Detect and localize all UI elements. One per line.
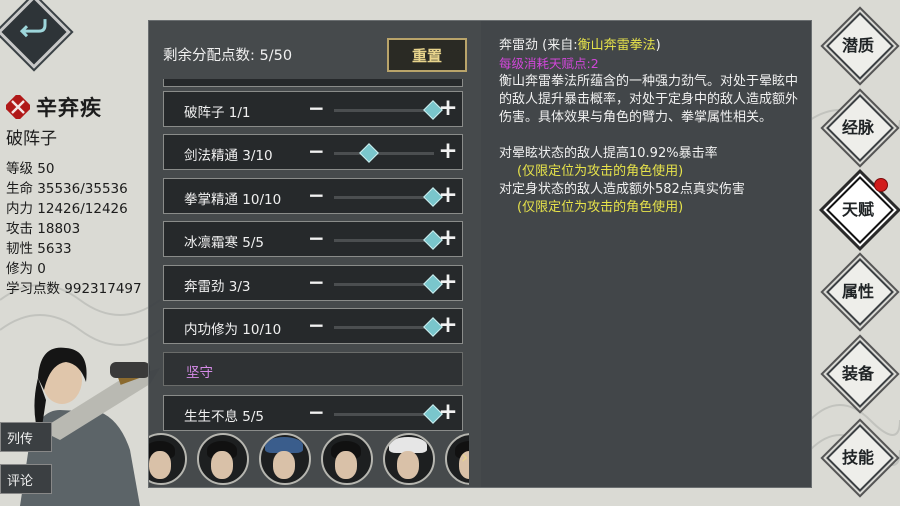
party-avatar-strip: › [149, 429, 469, 485]
party-avatar[interactable] [149, 433, 187, 485]
increase-button[interactable]: + [438, 140, 458, 164]
talent-panel: 剩余分配点数: 5/50 重置 破阵子 1/1 − + 剑法精通 3/10 − … [148, 20, 812, 488]
stat-cultivation: 修为 0 [6, 261, 46, 277]
nav-label: 技能 [841, 448, 874, 467]
level-track [334, 413, 434, 416]
decrease-button[interactable]: − [308, 185, 325, 206]
level-track [334, 326, 434, 329]
decrease-button[interactable]: − [308, 141, 325, 162]
talent-name: 冰凛霜寒 5/5 [184, 235, 265, 251]
stat-learning-points: 学习点数 992317497 [6, 281, 142, 297]
talent-row[interactable]: 破阵子 1/1 − + [163, 91, 463, 127]
nav-meridian[interactable]: 经脉 [826, 94, 894, 162]
description-title-prefix: 奔雷劲 (来自: [499, 38, 578, 53]
reset-button-label: 重置 [411, 46, 442, 65]
talent-row[interactable]: 奔雷劲 3/3 − + [163, 265, 463, 301]
decrease-button[interactable]: − [308, 402, 325, 423]
party-avatar[interactable] [197, 433, 249, 485]
talent-row[interactable]: 冰凛霜寒 5/5 − + [163, 221, 463, 257]
talent-row[interactable]: 内功修为 10/10 − + [163, 308, 463, 344]
talent-row[interactable]: 生生不息 5/5 − + [163, 395, 463, 431]
section-header-defense: 坚守 [163, 352, 463, 386]
increase-button[interactable]: + [438, 271, 458, 295]
talent-name: 内功修为 10/10 [184, 322, 282, 338]
description-cost: 每级消耗天赋点:2 [499, 56, 599, 71]
back-arrow-icon [19, 19, 47, 38]
level-track [334, 239, 434, 242]
stat-attack: 攻击 18803 [6, 221, 81, 237]
nav-label: 装备 [841, 364, 874, 383]
character-title: 破阵子 [6, 129, 57, 149]
nav-label: 属性 [841, 282, 874, 301]
talent-description: 奔雷劲 (来自:衡山奔雷拳法) 每级消耗天赋点:2 衡山奔雷拳法所蕴含的一种强力… [499, 37, 803, 217]
stat-toughness: 韧性 5633 [6, 241, 72, 257]
increase-button[interactable]: + [438, 401, 458, 425]
comments-tab[interactable]: 评论 [0, 464, 52, 494]
notification-dot [874, 178, 888, 192]
decrease-button[interactable]: − [308, 98, 325, 119]
level-track [334, 283, 434, 286]
decrease-button[interactable]: − [308, 315, 325, 336]
character-name: 辛弃疾 [36, 96, 102, 120]
nav-potential[interactable]: 潜质 [826, 12, 894, 80]
talent-row[interactable]: 剑法精通 3/10 − + [163, 134, 463, 170]
increase-button[interactable]: + [438, 314, 458, 338]
decrease-button[interactable]: − [308, 228, 325, 249]
stat-list: 等级 50 生命 35536/35536 内力 12426/12426 攻击 1… [6, 159, 142, 299]
comments-tab-label: 评论 [7, 473, 34, 489]
increase-button[interactable]: + [438, 97, 458, 121]
talent-name: 奔雷劲 3/3 [184, 279, 251, 295]
increase-button[interactable]: + [438, 227, 458, 251]
talent-list[interactable]: 破阵子 1/1 − + 剑法精通 3/10 − + 拳掌精通 10/10 − +… [163, 79, 463, 481]
effect-2-note: (仅限定位为攻击的角色使用) [517, 200, 684, 215]
party-avatar[interactable] [383, 433, 435, 485]
level-knob[interactable] [358, 143, 379, 163]
party-avatar[interactable] [259, 433, 311, 485]
reset-button[interactable]: 重置 [387, 38, 467, 72]
biography-tab[interactable]: 列传 [0, 422, 52, 452]
stat-hp: 生命 35536/35536 [6, 181, 128, 197]
character-info: 辛弃疾 破阵子 等级 50 生命 35536/35536 内力 12426/12… [6, 92, 142, 299]
crossed-swords-icon [6, 95, 30, 119]
nav-label: 经脉 [841, 118, 874, 137]
party-avatar[interactable] [321, 433, 373, 485]
biography-tab-label: 列传 [7, 431, 34, 447]
level-track [334, 196, 434, 199]
talent-name: 拳掌精通 10/10 [184, 192, 282, 208]
nav-label: 天赋 [841, 200, 874, 219]
nav-label: 潜质 [841, 36, 874, 55]
effect-1: 对晕眩状态的敌人提高10.92%暴击率 [499, 146, 718, 161]
description-body: 衡山奔雷拳法所蕴含的一种强力劲气。对处于晕眩中的敌人提升暴击概率，对处于定身中的… [499, 74, 799, 125]
list-item-partial [163, 79, 463, 87]
nav-talent[interactable]: 天赋 [826, 176, 894, 244]
talent-name: 破阵子 1/1 [184, 105, 251, 121]
description-title-suffix: ) [655, 38, 661, 53]
chevron-right-icon[interactable]: › [461, 447, 468, 468]
remaining-points-label: 剩余分配点数: 5/50 [163, 48, 293, 64]
nav-equipment[interactable]: 装备 [826, 340, 894, 408]
talent-name: 生生不息 5/5 [184, 409, 265, 425]
effect-2: 对定身状态的敌人造成额外582点真实伤害 [499, 182, 745, 197]
talent-row[interactable]: 拳掌精通 10/10 − + [163, 178, 463, 214]
level-track [334, 109, 434, 112]
nav-attributes[interactable]: 属性 [826, 258, 894, 326]
nav-skills[interactable]: 技能 [826, 424, 894, 492]
stat-level: 等级 50 [6, 161, 55, 177]
decrease-button[interactable]: − [308, 272, 325, 293]
increase-button[interactable]: + [438, 184, 458, 208]
talent-name: 剑法精通 3/10 [184, 148, 273, 164]
level-track [334, 152, 434, 155]
stat-mp: 内力 12426/12426 [6, 201, 128, 217]
effect-1-note: (仅限定位为攻击的角色使用) [517, 164, 684, 179]
description-title: 奔雷劲 (来自:衡山奔雷拳法) [499, 37, 803, 55]
section-header-label: 坚守 [186, 365, 213, 381]
description-source: 衡山奔雷拳法 [577, 38, 656, 53]
